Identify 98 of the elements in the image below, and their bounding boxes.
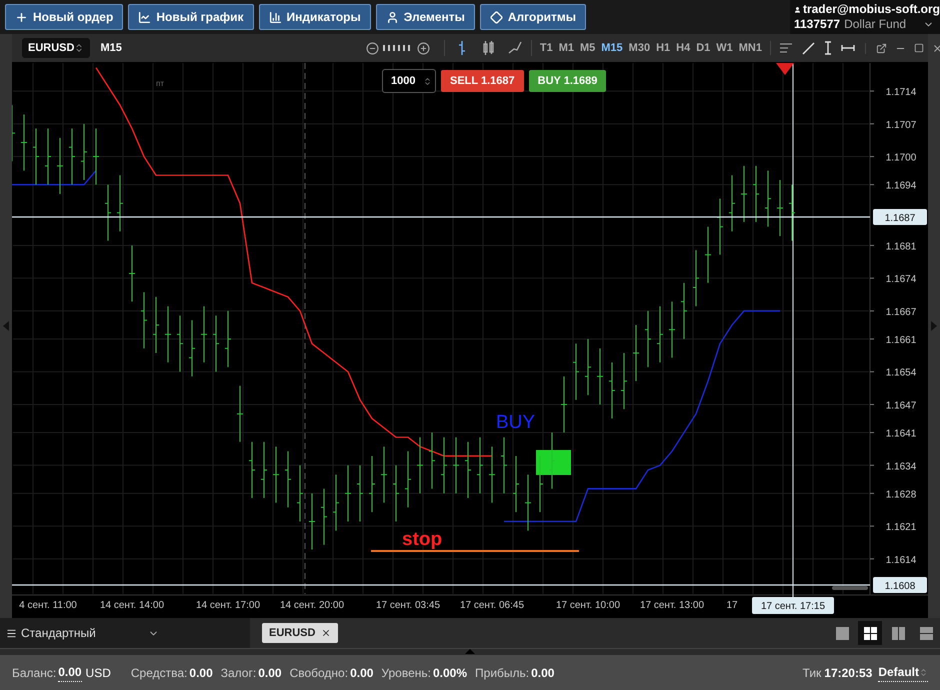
status-label: Уровень: <box>381 664 431 682</box>
timeframe-tab[interactable]: T1 <box>540 40 553 56</box>
trend-line-icon[interactable] <box>802 42 815 54</box>
status-value: 0.00 <box>531 664 554 682</box>
maximize-icon[interactable] <box>914 43 924 53</box>
time-tick: 4 сент. 11:00 <box>19 600 77 611</box>
sell-button[interactable]: SELL 1.1687 <box>441 70 524 92</box>
price-tick: 1.1694 <box>886 180 916 192</box>
time-tick: 17 <box>726 600 738 611</box>
status-label: Средства: <box>130 664 188 682</box>
scrollbar[interactable] <box>832 586 868 590</box>
crosshair-time-label: 17 сент. 17:15 <box>752 597 834 614</box>
zoom-level-icon <box>382 45 413 51</box>
stepper-icon <box>74 43 84 53</box>
status-unit: USD <box>86 664 111 682</box>
buy-annotation: BUY <box>496 412 536 433</box>
price-tick: 1.1647 <box>886 400 916 412</box>
close-tab-icon[interactable] <box>321 628 332 638</box>
entry-marker <box>536 450 571 475</box>
status-label: Свободно: <box>290 664 348 682</box>
price-tick: 1.1628 <box>886 489 916 500</box>
timeframe-tab[interactable]: MN1 <box>738 40 762 56</box>
toolbar-button[interactable]: Новый ордер <box>5 4 124 30</box>
stop-annotation: stop <box>402 529 442 550</box>
timeframe-tab[interactable]: H4 <box>676 40 690 56</box>
symbol-select[interactable]: EURUSD <box>22 38 90 58</box>
profile-select[interactable]: Default <box>878 663 928 682</box>
session-label: пт <box>156 79 164 88</box>
time-tick: 17 сент. 03:45 <box>376 600 440 611</box>
status-label: Залог: <box>220 664 256 682</box>
tick-label: Тик <box>802 664 822 682</box>
period-label: M15 <box>100 40 122 56</box>
menu-icon <box>6 628 17 638</box>
status-label: Баланс: <box>12 664 56 682</box>
detach-icon[interactable] <box>876 42 887 54</box>
chart-tab[interactable]: EURUSD <box>262 623 338 643</box>
price-tick: 1.1667 <box>886 306 916 318</box>
stepper-icon[interactable] <box>423 76 432 86</box>
bar-chart-icon <box>268 10 282 24</box>
line-chart-type-icon[interactable] <box>506 40 523 56</box>
vertical-line-icon[interactable] <box>824 41 832 55</box>
volume-field[interactable]: 1000 <box>382 69 436 93</box>
toolbar-button[interactable]: Индикаторы <box>258 4 371 30</box>
account-number: 1137577 <box>794 17 840 32</box>
price-tick: 1.1621 <box>886 522 916 534</box>
toolbar-button[interactable]: Новый график <box>128 4 254 30</box>
chart-icon <box>138 10 152 24</box>
tick-time: 17:20:53 <box>824 664 872 682</box>
grid-layout-icon <box>864 626 876 640</box>
timeframe-tab[interactable]: M30 <box>628 40 650 56</box>
person-icon <box>386 10 399 24</box>
columns-layout-icon <box>892 626 904 640</box>
zoom-out-icon[interactable] <box>366 42 379 54</box>
timeframe-tab[interactable]: D1 <box>696 40 710 56</box>
status-value: 0.00% <box>432 664 468 682</box>
timeframe-tab[interactable]: M1 <box>558 40 574 56</box>
price-tick: 1.1641 <box>886 428 916 440</box>
timeframe-tab[interactable]: M15 <box>601 40 623 56</box>
price-tick: 1.1654 <box>886 368 916 379</box>
toolbar-button[interactable]: Элементы <box>376 4 475 30</box>
status-value: 0.00 <box>350 664 374 682</box>
plus-icon <box>15 10 28 24</box>
time-tick: 14 сент. 17:00 <box>196 600 260 611</box>
toolbar-button[interactable]: Алгоритмы <box>480 4 586 30</box>
price-tick: 1.1714 <box>886 87 916 98</box>
layout-button[interactable] <box>858 621 882 645</box>
price-tick: 1.1634 <box>886 461 916 472</box>
time-tick: 17 сент. 06:45 <box>460 600 524 611</box>
horizontal-line-icon[interactable] <box>841 44 855 52</box>
time-tick: 14 сент. 20:00 <box>280 600 344 611</box>
timeframe-tab[interactable]: M5 <box>580 40 596 56</box>
price-tick: 1.1614 <box>886 554 916 566</box>
diamond-icon <box>490 10 503 24</box>
zoom-in-icon[interactable] <box>416 42 430 54</box>
time-tick: 14 сент. 14:00 <box>100 600 164 611</box>
user-email: trader@mobius-soft.org <box>802 2 940 17</box>
price-tick: 1.1707 <box>886 120 916 131</box>
stepper-icon <box>919 668 928 676</box>
price-tick: 1.1661 <box>886 335 916 346</box>
status-value: 0.00 <box>258 664 282 682</box>
time-tick: 17 сент. 13:00 <box>640 600 704 611</box>
levels-icon[interactable] <box>779 42 793 54</box>
current-price-label: 1.1687 <box>873 209 927 225</box>
price-tick: 1.1674 <box>886 274 916 286</box>
time-tick: 17 сент. 10:00 <box>556 600 620 611</box>
price-tick: 1.1700 <box>886 152 916 164</box>
status-value: 0.00 <box>189 664 213 682</box>
fund-name: Dollar Fund <box>844 17 906 32</box>
rows-layout-icon <box>920 626 932 640</box>
price-label: 1.1608 <box>873 577 927 593</box>
single-layout-icon <box>836 626 848 640</box>
timeframe-tab[interactable]: W1 <box>716 40 733 56</box>
status-label: Прибыль: <box>475 664 530 682</box>
timeframe-tab[interactable]: H1 <box>656 40 670 56</box>
close-icon[interactable] <box>932 42 940 54</box>
price-tick: 1.1681 <box>886 241 916 252</box>
layout-select[interactable]: Стандартный <box>0 618 250 648</box>
status-value: 0.00 <box>58 663 82 682</box>
